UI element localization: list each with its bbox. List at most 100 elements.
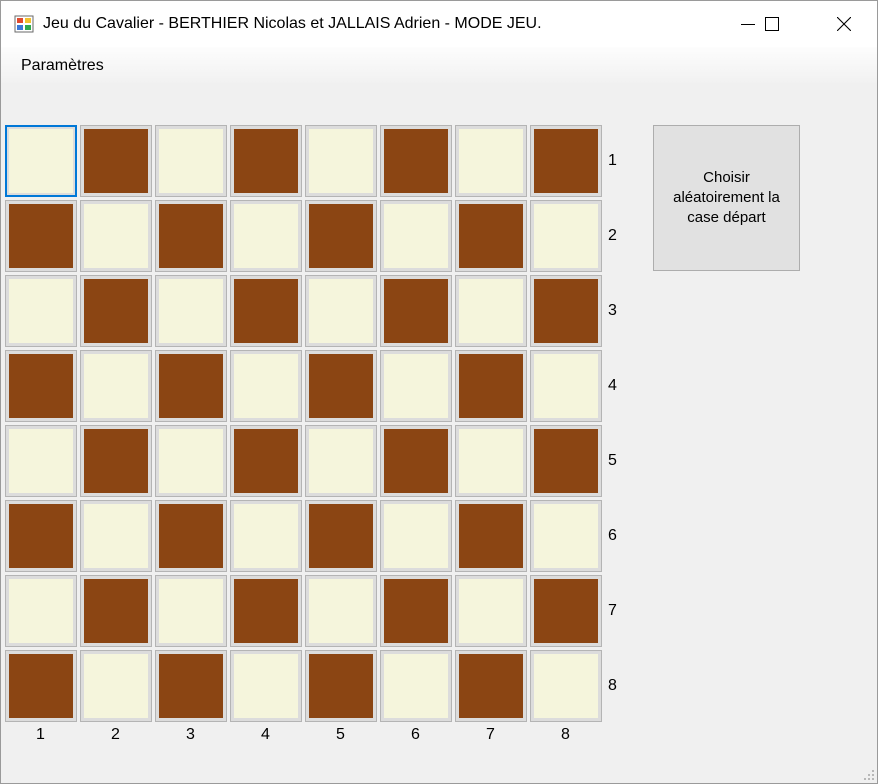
board-cell-r5-c1[interactable] — [5, 425, 77, 497]
board-cell-r4-c2[interactable] — [80, 350, 152, 422]
cell-fill — [384, 204, 448, 268]
board-cell-r5-c3[interactable] — [155, 425, 227, 497]
board-cell-r6-c8[interactable] — [530, 500, 602, 572]
cell-fill — [84, 279, 148, 343]
board-cell-r4-c7[interactable] — [455, 350, 527, 422]
board-cell-r3-c3[interactable] — [155, 275, 227, 347]
board-cell-r6-c3[interactable] — [155, 500, 227, 572]
cell-fill — [84, 579, 148, 643]
board-cell-r8-c2[interactable] — [80, 650, 152, 722]
board-cell-r1-c4[interactable] — [230, 125, 302, 197]
col-label-1: 1 — [36, 726, 45, 743]
board-cell-r8-c8[interactable] — [530, 650, 602, 722]
app-icon — [14, 15, 34, 33]
board-cell-r2-c1[interactable] — [5, 200, 77, 272]
board-cell-r4-c8[interactable] — [530, 350, 602, 422]
board-cell-r7-c8[interactable] — [530, 575, 602, 647]
cell-fill — [384, 354, 448, 418]
cell-fill — [534, 579, 598, 643]
board-cell-r4-c6[interactable] — [380, 350, 452, 422]
col-label-6: 6 — [411, 726, 420, 743]
board-cell-r8-c1[interactable] — [5, 650, 77, 722]
cell-fill — [459, 129, 523, 193]
cell-fill — [84, 129, 148, 193]
board-cell-r2-c2[interactable] — [80, 200, 152, 272]
board-cell-r2-c6[interactable] — [380, 200, 452, 272]
board-cell-r5-c2[interactable] — [80, 425, 152, 497]
cell-fill — [234, 429, 298, 493]
cell-fill — [84, 429, 148, 493]
cell-fill — [9, 204, 73, 268]
board-cell-r6-c4[interactable] — [230, 500, 302, 572]
cell-fill — [534, 654, 598, 718]
board-cell-r7-c3[interactable] — [155, 575, 227, 647]
cell-fill — [234, 579, 298, 643]
row-label-6: 6 — [608, 527, 617, 544]
board-cell-r8-c4[interactable] — [230, 650, 302, 722]
board-cell-r1-c1[interactable] — [5, 125, 77, 197]
board-cell-r6-c6[interactable] — [380, 500, 452, 572]
resize-grip-icon[interactable] — [863, 769, 875, 781]
board-cell-r3-c4[interactable] — [230, 275, 302, 347]
menu-parametres[interactable]: Paramètres — [12, 54, 113, 78]
cell-fill — [159, 504, 223, 568]
board-cell-r4-c4[interactable] — [230, 350, 302, 422]
cell-fill — [384, 429, 448, 493]
board-cell-r1-c2[interactable] — [80, 125, 152, 197]
cell-fill — [234, 354, 298, 418]
board-cell-r3-c8[interactable] — [530, 275, 602, 347]
board-cell-r6-c2[interactable] — [80, 500, 152, 572]
board-cell-r7-c2[interactable] — [80, 575, 152, 647]
cell-fill — [159, 279, 223, 343]
board-cell-r6-c7[interactable] — [455, 500, 527, 572]
row-label-4: 4 — [608, 377, 617, 394]
board-cell-r6-c1[interactable] — [5, 500, 77, 572]
board-cell-r1-c5[interactable] — [305, 125, 377, 197]
board-cell-r7-c1[interactable] — [5, 575, 77, 647]
cell-fill — [84, 204, 148, 268]
board-cell-r1-c7[interactable] — [455, 125, 527, 197]
random-start-button[interactable]: Choisir aléatoirement la case départ — [653, 125, 800, 271]
board-cell-r8-c5[interactable] — [305, 650, 377, 722]
board-cell-r5-c5[interactable] — [305, 425, 377, 497]
col-label-3: 3 — [186, 726, 195, 743]
board-cell-r8-c7[interactable] — [455, 650, 527, 722]
cell-fill — [459, 579, 523, 643]
board-cell-r2-c4[interactable] — [230, 200, 302, 272]
col-label-8: 8 — [561, 726, 570, 743]
board-cell-r5-c6[interactable] — [380, 425, 452, 497]
board-cell-r4-c3[interactable] — [155, 350, 227, 422]
board-cell-r2-c8[interactable] — [530, 200, 602, 272]
cell-fill — [309, 504, 373, 568]
close-button[interactable] — [821, 1, 867, 47]
board-cell-r1-c3[interactable] — [155, 125, 227, 197]
cell-fill — [9, 429, 73, 493]
board-cell-r6-c5[interactable] — [305, 500, 377, 572]
board-cell-r7-c5[interactable] — [305, 575, 377, 647]
board-cell-r7-c6[interactable] — [380, 575, 452, 647]
board-cell-r7-c4[interactable] — [230, 575, 302, 647]
row-label-2: 2 — [608, 227, 617, 244]
cell-fill — [459, 279, 523, 343]
board-cell-r1-c6[interactable] — [380, 125, 452, 197]
board-cell-r5-c7[interactable] — [455, 425, 527, 497]
board-cell-r2-c3[interactable] — [155, 200, 227, 272]
board-cell-r3-c7[interactable] — [455, 275, 527, 347]
cell-fill — [459, 504, 523, 568]
board-cell-r8-c3[interactable] — [155, 650, 227, 722]
col-label-5: 5 — [336, 726, 345, 743]
board-cell-r4-c5[interactable] — [305, 350, 377, 422]
board-cell-r5-c4[interactable] — [230, 425, 302, 497]
board-cell-r5-c8[interactable] — [530, 425, 602, 497]
board-cell-r2-c5[interactable] — [305, 200, 377, 272]
board-cell-r3-c2[interactable] — [80, 275, 152, 347]
board-cell-r2-c7[interactable] — [455, 200, 527, 272]
board-cell-r3-c6[interactable] — [380, 275, 452, 347]
board-cell-r1-c8[interactable] — [530, 125, 602, 197]
maximize-button[interactable] — [749, 1, 795, 47]
board-cell-r3-c5[interactable] — [305, 275, 377, 347]
board-cell-r3-c1[interactable] — [5, 275, 77, 347]
board-cell-r4-c1[interactable] — [5, 350, 77, 422]
board-cell-r7-c7[interactable] — [455, 575, 527, 647]
board-cell-r8-c6[interactable] — [380, 650, 452, 722]
